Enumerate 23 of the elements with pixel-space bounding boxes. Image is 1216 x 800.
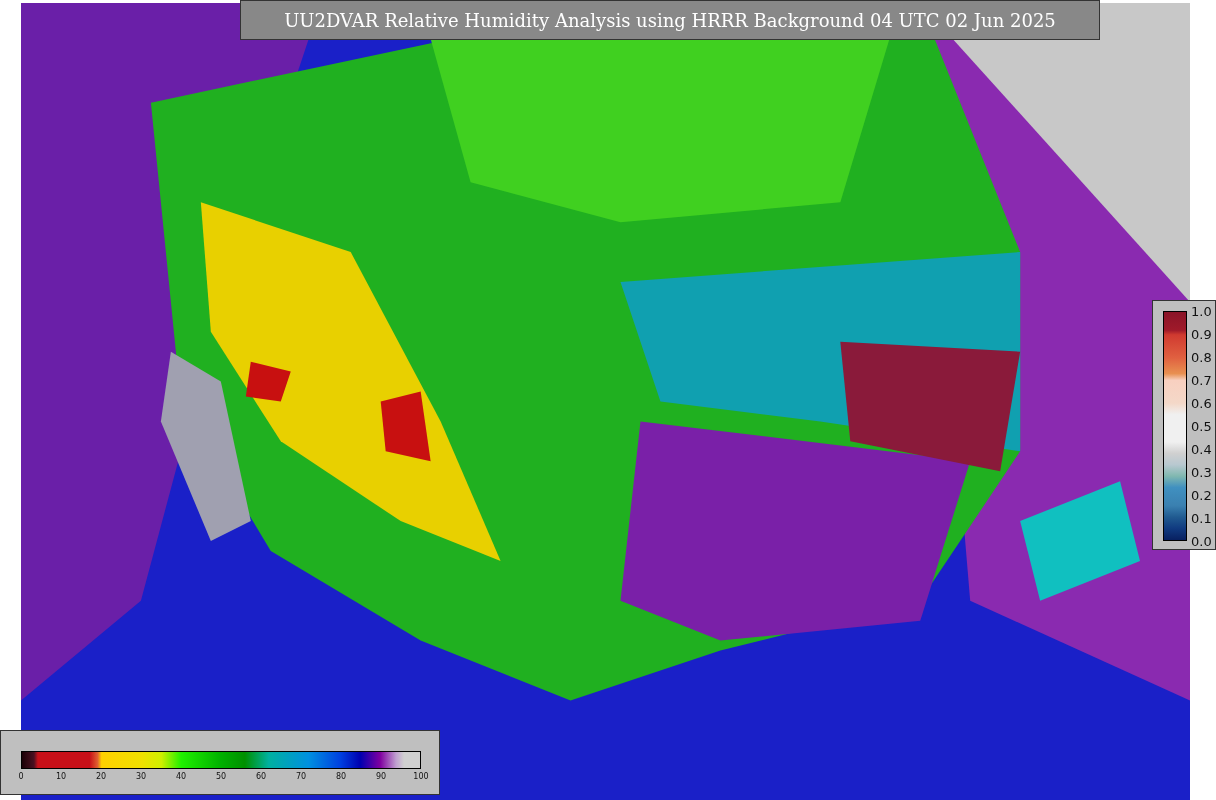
tick-label: 80 [335,772,347,781]
tick-label: 0.1 [1191,510,1212,526]
tick-label: 0.3 [1191,464,1212,480]
tick-label: 0.9 [1191,326,1212,342]
tick-label: 10 [55,772,67,781]
tick-label: 70 [295,772,307,781]
tick-label: 40 [175,772,187,781]
tick-label: 1.0 [1191,303,1212,319]
tick-label: 0.8 [1191,349,1212,365]
tick-label: 100 [413,772,429,781]
tick-label: 0.7 [1191,372,1212,388]
tick-label: 30 [135,772,147,781]
tick-label: 0 [18,772,24,781]
tick-label: 20 [95,772,107,781]
tick-label: 0.0 [1191,533,1212,549]
tick-label: 50 [215,772,227,781]
tick-label: 90 [375,772,387,781]
tick-label: 0.4 [1191,441,1212,457]
tick-label: 0.6 [1191,395,1212,411]
map-title: UU2DVAR Relative Humidity Analysis using HRRR Background 04 UTC 02 Jun 2025 [240,0,1100,40]
tick-label: 0.5 [1191,418,1212,434]
tick-label: 0.2 [1191,487,1212,503]
tick-label: 60 [255,772,267,781]
